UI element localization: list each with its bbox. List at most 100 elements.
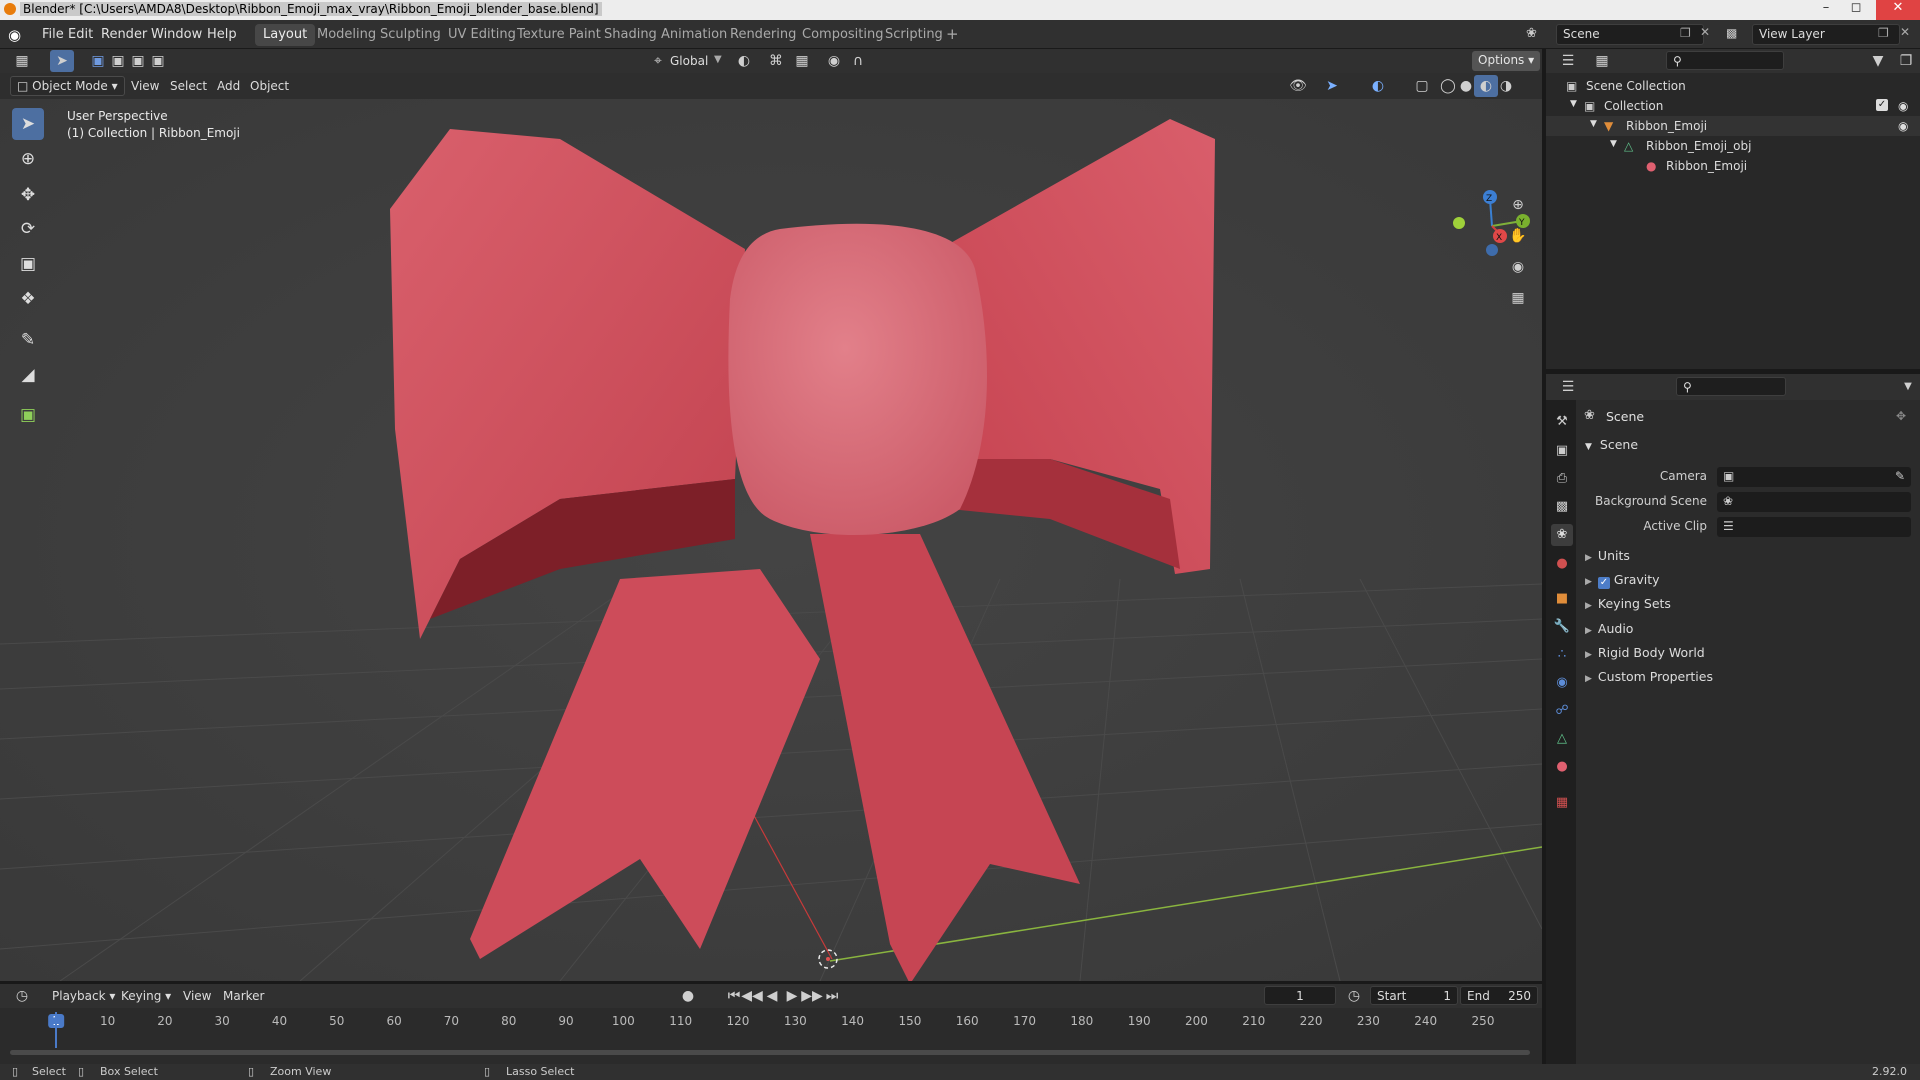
expand-arrow-icon[interactable]: ▼ xyxy=(1610,139,1617,149)
falloff-icon[interactable]: ∩ xyxy=(846,50,870,72)
new-view-layer-icon[interactable]: ❐ xyxy=(1878,26,1889,40)
material-tab-icon[interactable]: ● xyxy=(1551,756,1573,778)
area-divider-timeline[interactable] xyxy=(0,981,1542,984)
area-divider-horizontal[interactable] xyxy=(1546,369,1920,374)
mode-dropdown[interactable]: □ Object Mode ▾ xyxy=(10,76,125,96)
tab-scripting[interactable]: Scripting xyxy=(877,24,951,46)
expand-arrow-icon[interactable]: ▼ xyxy=(1590,119,1597,129)
end-frame-field[interactable]: End 250 xyxy=(1460,986,1538,1005)
remove-view-layer-icon[interactable]: ✕ xyxy=(1900,25,1910,39)
filter-icon[interactable]: ▼ xyxy=(1866,50,1890,72)
gizmo-toggle-icon[interactable]: ➤ xyxy=(1320,75,1344,97)
view-layer-icon[interactable]: ▩ xyxy=(1726,26,1737,40)
eye-icon[interactable]: ◉ xyxy=(1898,99,1908,113)
outliner-row-mesh[interactable]: ▼ △ Ribbon_Emoji_obj xyxy=(1546,136,1920,156)
tool-tab-icon[interactable]: ⚒ xyxy=(1551,411,1573,433)
view-layer-tab-icon[interactable]: ▩ xyxy=(1551,496,1573,518)
data-tab-icon[interactable]: △ xyxy=(1551,728,1573,750)
outliner-row-material[interactable]: ● Ribbon_Emoji xyxy=(1546,156,1920,176)
rendered-shading-icon[interactable]: ◑ xyxy=(1494,75,1518,97)
constraints-tab-icon[interactable]: ☍ xyxy=(1551,700,1573,722)
modifier-tab-icon[interactable]: 🔧 xyxy=(1551,616,1573,638)
ortho-grid-icon[interactable]: ▦ xyxy=(1506,287,1530,309)
outliner-search-input[interactable]: ⚲ xyxy=(1666,51,1784,70)
menu-render[interactable]: Render xyxy=(101,27,147,42)
snap-target-icon[interactable]: ▦ xyxy=(790,50,814,72)
tab-sculpting[interactable]: Sculpting xyxy=(372,24,449,46)
scene-tab-icon[interactable]: ❀ xyxy=(1551,524,1573,546)
transform-icon[interactable]: ❖ xyxy=(12,283,44,315)
auto-keying-icon[interactable]: ● xyxy=(676,985,700,1007)
proportional-edit-icon[interactable]: ◉ xyxy=(822,50,846,72)
outliner-row-object[interactable]: ▼ ▼ Ribbon_Emoji ◉ xyxy=(1546,116,1920,136)
close-icon[interactable]: ✕ xyxy=(1876,0,1920,20)
remove-scene-icon[interactable]: ✕ xyxy=(1700,25,1710,39)
scale-icon[interactable]: ▣ xyxy=(12,248,44,280)
exclude-checkbox-icon[interactable]: ✓ xyxy=(1876,99,1888,111)
annotate-icon[interactable]: ✎ xyxy=(12,324,44,356)
expand-arrow-icon[interactable]: ▼ xyxy=(1570,99,1577,109)
maximize-icon[interactable]: ◻ xyxy=(1842,0,1870,20)
display-mode-icon[interactable]: ▦ xyxy=(1590,50,1614,72)
timeline-menu-keying[interactable]: Keying ▾ xyxy=(121,989,171,1003)
menu-file[interactable]: File xyxy=(42,27,64,42)
pan-hand-icon[interactable]: ✋ xyxy=(1506,225,1530,247)
orientation-icon[interactable]: ⌖ xyxy=(646,50,670,72)
viewport-menu-add[interactable]: Add xyxy=(217,79,240,93)
properties-editor-icon[interactable]: ☰ xyxy=(1556,376,1580,398)
properties-search-input[interactable]: ⚲ xyxy=(1676,377,1786,396)
menu-window[interactable]: Window xyxy=(151,27,202,42)
section-keying-sets[interactable]: ▶ Keying Sets xyxy=(1585,596,1915,618)
select-tool-icon[interactable]: ➤ xyxy=(50,50,74,72)
tab-layout[interactable]: Layout xyxy=(255,24,316,46)
xray-icon[interactable]: ▢ xyxy=(1410,75,1434,97)
section-rigid-body-world[interactable]: ▶ Rigid Body World xyxy=(1585,645,1915,667)
clock-icon[interactable]: ◷ xyxy=(1342,985,1366,1007)
physics-tab-icon[interactable]: ◉ xyxy=(1551,672,1573,694)
texture-tab-icon[interactable]: ▦ xyxy=(1551,792,1573,814)
move-icon[interactable]: ✥ xyxy=(12,179,44,211)
viewport-menu-select[interactable]: Select xyxy=(170,79,207,93)
eyedropper-icon[interactable]: ✎ xyxy=(1895,469,1905,483)
object-tab-icon[interactable]: ■ xyxy=(1551,588,1573,610)
rotate-icon[interactable]: ⟳ xyxy=(12,213,44,245)
start-frame-field[interactable]: Start 1 xyxy=(1370,986,1458,1005)
area-divider-vertical[interactable] xyxy=(1542,49,1546,1064)
camera-view-icon[interactable]: ◉ xyxy=(1506,256,1530,278)
output-tab-icon[interactable]: ⎙ xyxy=(1551,468,1573,490)
particles-tab-icon[interactable]: ∴ xyxy=(1551,644,1573,666)
outliner-row-scene-collection[interactable]: ▣ Scene Collection xyxy=(1546,76,1920,96)
add-cube-icon[interactable]: ▣ xyxy=(12,399,44,431)
zoom-icon[interactable]: ⊕ xyxy=(1506,194,1530,216)
measure-icon[interactable]: ◢ xyxy=(12,359,44,391)
visibility-icon[interactable]: 👁 xyxy=(1286,75,1310,97)
scene-panel-header[interactable]: ▼ Scene xyxy=(1585,437,1638,459)
select-box-icon[interactable]: ➤ xyxy=(12,108,44,140)
section-units[interactable]: ▶ Units xyxy=(1585,548,1915,570)
eye-icon[interactable]: ◉ xyxy=(1898,119,1908,133)
outliner-row-collection[interactable]: ▼ ▣ Collection ✓ ◉ xyxy=(1546,96,1920,116)
gravity-checkbox-icon[interactable]: ✓ xyxy=(1597,577,1610,590)
render-tab-icon[interactable]: ▣ xyxy=(1551,440,1573,462)
timeline-menu-marker[interactable]: Marker xyxy=(223,989,264,1003)
playhead[interactable] xyxy=(55,1012,57,1048)
timeline-editor-icon[interactable]: ◷ xyxy=(10,985,34,1007)
tab-texture-paint[interactable]: Texture Paint xyxy=(509,24,609,46)
timeline-menu-view[interactable]: View xyxy=(183,989,211,1003)
new-collection-icon[interactable]: ❐ xyxy=(1894,50,1918,72)
outliner-editor-icon[interactable]: ☰ xyxy=(1556,50,1580,72)
snap-icon[interactable]: ⌘ xyxy=(764,50,788,72)
pin-icon[interactable]: ✥ xyxy=(1896,409,1906,423)
field-camera[interactable]: ▣ ✎ xyxy=(1717,467,1911,487)
timeline-menu-playback[interactable]: Playback ▾ xyxy=(52,989,115,1003)
options-button[interactable]: Options ▾ xyxy=(1472,51,1541,71)
chevron-down-icon[interactable]: ▼ xyxy=(1896,376,1920,398)
3d-viewport[interactable]: Z Y X User Perspective (1) Collection | … xyxy=(0,99,1542,981)
viewport-menu-view[interactable]: View xyxy=(131,79,159,93)
world-tab-icon[interactable]: ● xyxy=(1551,553,1573,575)
current-frame-field[interactable]: 1 xyxy=(1264,986,1336,1005)
add-workspace-icon[interactable]: + xyxy=(946,25,959,43)
orientation-dropdown[interactable]: Global xyxy=(670,54,708,68)
viewport-menu-object[interactable]: Object xyxy=(250,79,289,93)
section-audio[interactable]: ▶ Audio xyxy=(1585,621,1915,643)
